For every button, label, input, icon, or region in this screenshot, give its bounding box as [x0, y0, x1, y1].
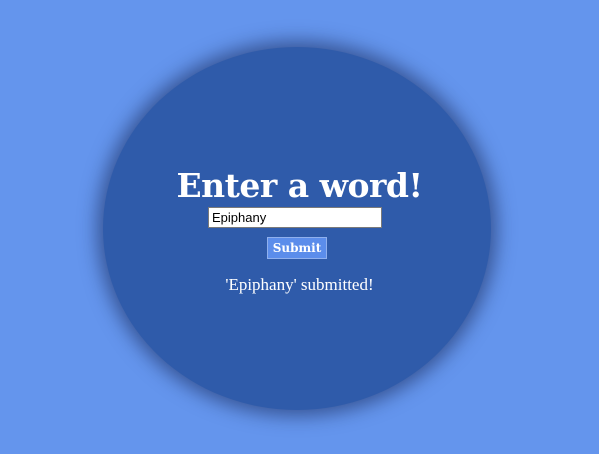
page-background: { "colors": { "background": "#6495ED", "…: [0, 0, 599, 454]
form-circle-panel: [103, 47, 491, 410]
submit-button[interactable]: Submit: [267, 237, 327, 259]
word-input[interactable]: [208, 207, 382, 228]
page-title: Enter a word!: [176, 166, 424, 205]
submission-status-message: 'Epiphany' submitted!: [225, 275, 374, 294]
